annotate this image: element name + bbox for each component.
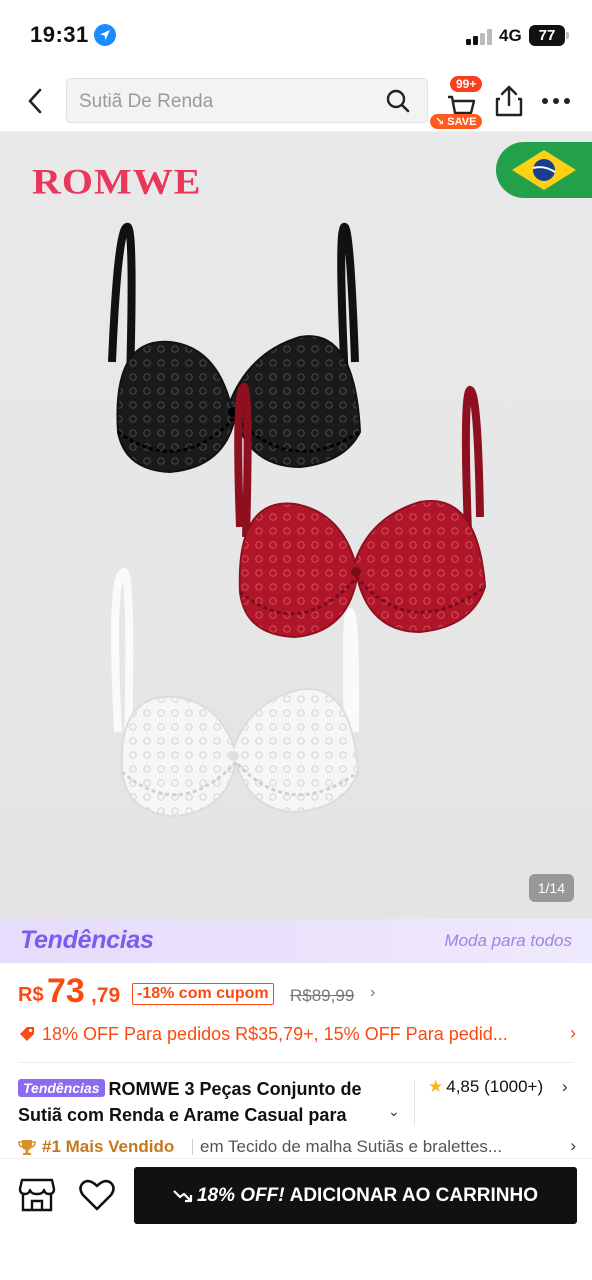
coupon-badge: -18% com cupom (132, 983, 274, 1005)
top-nav: Sutiã De Renda 99+ ↘ SAVE (0, 70, 592, 132)
star-icon: ★ (428, 1077, 444, 1096)
best-seller-row[interactable]: #1 Mais Vendido em Tecido de malha Sutiã… (18, 1136, 576, 1160)
share-icon (495, 85, 523, 117)
chevron-right-icon: › (562, 1077, 568, 1096)
promo-text: 18% OFF Para pedidos R$35,79+, 15% OFF P… (42, 1024, 508, 1044)
back-button[interactable] (22, 84, 52, 118)
location-arrow-icon (94, 24, 116, 46)
chevron-down-icon[interactable]: ⌄ (388, 1103, 400, 1120)
store-button[interactable] (18, 1177, 56, 1218)
product-photo (108, 222, 487, 818)
add-to-cart-button[interactable]: 18% OFF! ADICIONAR AO CARRINHO (134, 1167, 577, 1224)
status-time: 19:31 (30, 22, 89, 47)
original-price: R$89,99 (290, 986, 355, 1005)
rating-block[interactable]: ★ 4,85 (1000+) (428, 1077, 543, 1097)
price-integer: 73 (47, 972, 85, 1010)
product-title-block[interactable]: Tendências ROMWE 3 Peças Conjunto de Suti… (18, 1076, 410, 1128)
chevron-right-icon: › (570, 1023, 576, 1043)
network-type: 4G (499, 26, 522, 45)
trends-logo: Tendências (20, 926, 154, 954)
product-image-gallery[interactable]: ROMWE 1/14 (0, 132, 592, 919)
cart-count-badge: 99+ (449, 75, 484, 93)
cellular-signal-icon (466, 29, 494, 45)
price-row[interactable]: R$ 73 ,79 -18% com cupom R$89,99 › (18, 972, 578, 1012)
heart-icon (79, 1179, 115, 1211)
best-seller-rank: #1 Mais Vendido (42, 1137, 175, 1156)
add-to-cart-label: ADICIONAR AO CARRINHO (289, 1185, 539, 1206)
review-count: (1000+) (484, 1077, 544, 1096)
wishlist-button[interactable] (78, 1177, 116, 1218)
search-icon[interactable] (385, 88, 411, 119)
share-button[interactable] (494, 84, 524, 123)
search-value: Sutiã De Renda (79, 91, 214, 112)
price-currency: R$ (18, 984, 44, 1006)
trend-down-icon (173, 1190, 193, 1203)
trends-badge: Tendências (18, 1079, 105, 1097)
cart-button[interactable]: 99+ ↘ SAVE (430, 75, 492, 129)
best-seller-category: em Tecido de malha Sutiãs e bralettes... (200, 1137, 503, 1156)
divider (18, 1062, 574, 1063)
search-input[interactable]: Sutiã De Renda (66, 78, 428, 123)
status-bar: 19:31 4G 77 (0, 0, 592, 70)
more-options-button[interactable] (540, 98, 572, 104)
trends-banner[interactable]: Tendências Moda para todos (0, 919, 592, 963)
bottom-action-bar: 18% OFF! ADICIONAR AO CARRINHO (0, 1158, 592, 1280)
chevron-right-icon: › (370, 984, 376, 1001)
promo-row[interactable]: 18% OFF Para pedidos R$35,79+, 15% OFF P… (18, 1022, 576, 1048)
price-tag-icon (18, 1025, 36, 1048)
rating-value: 4,85 (446, 1077, 480, 1096)
image-counter: 1/14 (528, 874, 574, 902)
divider (192, 1139, 193, 1155)
cart-save-badge: ↘ SAVE (430, 114, 483, 129)
battery-icon: 77 (529, 25, 569, 46)
add-to-cart-discount: 18% OFF! (196, 1185, 285, 1206)
price-cents: ,79 (91, 984, 121, 1007)
divider (414, 1080, 415, 1126)
chevron-right-icon: › (570, 1136, 576, 1155)
trends-tagline: Moda para todos (444, 931, 572, 950)
store-icon (18, 1178, 56, 1212)
trend-down-icon: ↘ (435, 116, 448, 128)
